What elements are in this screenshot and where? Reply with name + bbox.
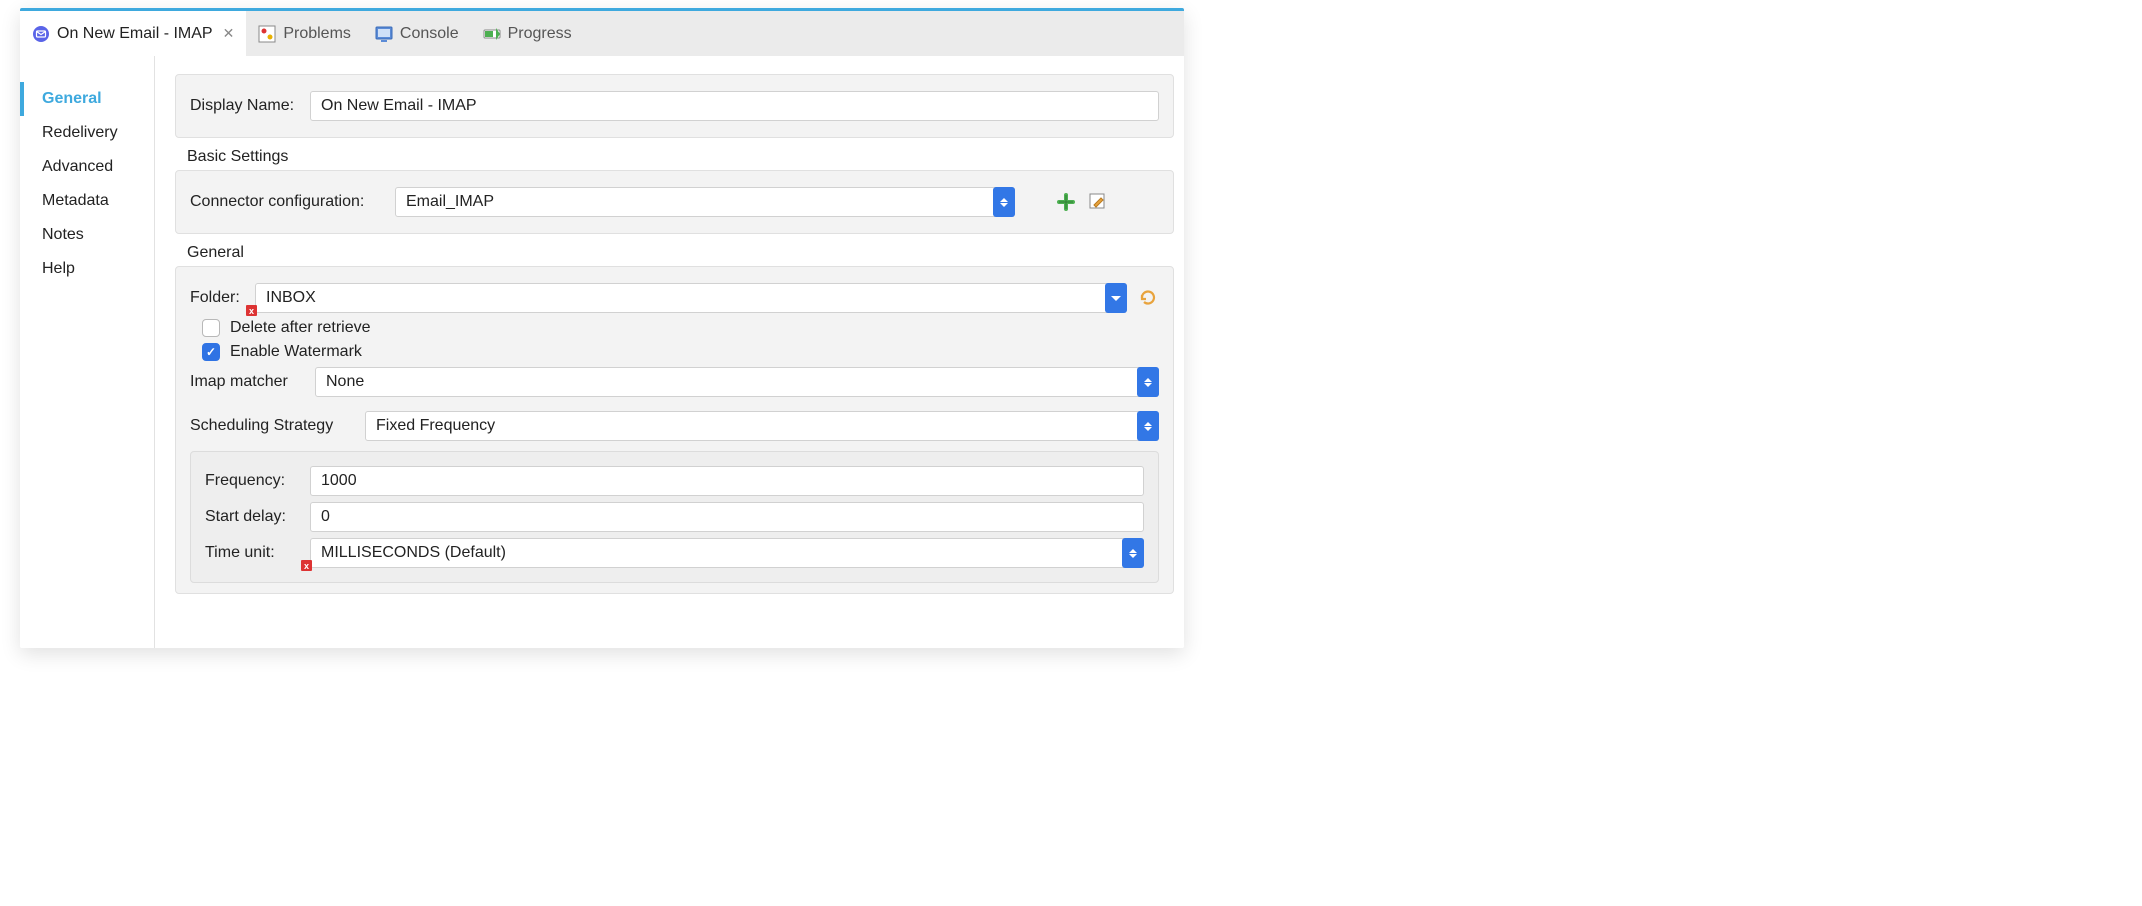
progress-icon [483, 25, 501, 43]
time-unit-select[interactable] [310, 538, 1144, 568]
connector-select[interactable] [395, 187, 1015, 217]
general-section-title: General [187, 244, 1174, 262]
connector-label: Connector configuration: [190, 193, 385, 211]
basic-settings-title: Basic Settings [187, 148, 1174, 166]
display-name-label: Display Name: [190, 97, 300, 115]
time-unit-label: Time unit: [205, 544, 300, 562]
tab-label: Problems [283, 25, 351, 43]
editor-window: On New Email - IMAP ✕ Problems Console P… [20, 8, 1184, 648]
frequency-panel: Frequency: Start delay: Time unit: x [190, 451, 1159, 583]
chevron-updown-icon[interactable] [1137, 367, 1159, 397]
sidebar-item-label: Metadata [42, 192, 109, 209]
sidebar-item-label: Advanced [42, 158, 113, 175]
chevron-updown-icon[interactable] [993, 187, 1015, 217]
imap-matcher-label: Imap matcher [190, 373, 305, 391]
tab-problems[interactable]: Problems [246, 11, 363, 56]
tab-label: Console [400, 25, 459, 43]
sidebar-item-metadata[interactable]: Metadata [20, 184, 154, 218]
display-name-panel: Display Name: [175, 74, 1174, 138]
general-panel: Folder: x Delete after retrieve [175, 266, 1174, 594]
sidebar-item-label: Redelivery [42, 124, 118, 141]
enable-watermark-checkbox[interactable] [202, 343, 220, 361]
tab-label: Progress [508, 25, 572, 43]
editor-body: General Redelivery Advanced Metadata Not… [20, 56, 1184, 648]
tab-on-new-email[interactable]: On New Email - IMAP ✕ [20, 11, 246, 56]
tab-bar: On New Email - IMAP ✕ Problems Console P… [20, 8, 1184, 56]
sidebar-item-help[interactable]: Help [20, 252, 154, 286]
tab-console[interactable]: Console [363, 11, 471, 56]
scheduling-label: Scheduling Strategy [190, 417, 355, 435]
enable-watermark-label: Enable Watermark [230, 343, 362, 361]
close-icon[interactable]: ✕ [223, 25, 235, 42]
sidebar-item-label: Notes [42, 226, 84, 243]
delete-after-checkbox[interactable] [202, 319, 220, 337]
refresh-icon[interactable] [1137, 287, 1159, 309]
enable-watermark-row[interactable]: Enable Watermark [202, 343, 1159, 361]
scheduling-select[interactable] [365, 411, 1159, 441]
imap-matcher-select[interactable] [315, 367, 1159, 397]
chevron-down-icon[interactable] [1105, 283, 1127, 313]
email-icon [32, 25, 50, 43]
main-content: Display Name: Basic Settings Connector c… [155, 56, 1184, 648]
basic-settings-panel: Connector configuration: [175, 170, 1174, 234]
start-delay-input[interactable] [310, 502, 1144, 532]
delete-after-label: Delete after retrieve [230, 319, 371, 337]
delete-after-row[interactable]: Delete after retrieve [202, 319, 1159, 337]
chevron-updown-icon[interactable] [1122, 538, 1144, 568]
display-name-input[interactable] [310, 91, 1159, 121]
sidebar: General Redelivery Advanced Metadata Not… [20, 56, 155, 648]
chevron-updown-icon[interactable] [1137, 411, 1159, 441]
frequency-input[interactable] [310, 466, 1144, 496]
frequency-label: Frequency: [205, 472, 300, 490]
problems-icon [258, 25, 276, 43]
sidebar-item-advanced[interactable]: Advanced [20, 150, 154, 184]
error-icon: x [301, 560, 312, 571]
edit-icon[interactable] [1087, 191, 1109, 213]
add-icon[interactable] [1055, 191, 1077, 213]
folder-input[interactable] [255, 283, 1127, 313]
console-icon [375, 25, 393, 43]
tab-progress[interactable]: Progress [471, 11, 584, 56]
sidebar-item-redelivery[interactable]: Redelivery [20, 116, 154, 150]
sidebar-item-notes[interactable]: Notes [20, 218, 154, 252]
start-delay-label: Start delay: [205, 508, 300, 526]
sidebar-item-label: General [42, 90, 102, 107]
folder-label: Folder: [190, 289, 245, 307]
sidebar-item-general[interactable]: General [20, 82, 154, 116]
tab-label: On New Email - IMAP [57, 25, 213, 43]
sidebar-item-label: Help [42, 260, 75, 277]
error-icon: x [246, 305, 257, 316]
